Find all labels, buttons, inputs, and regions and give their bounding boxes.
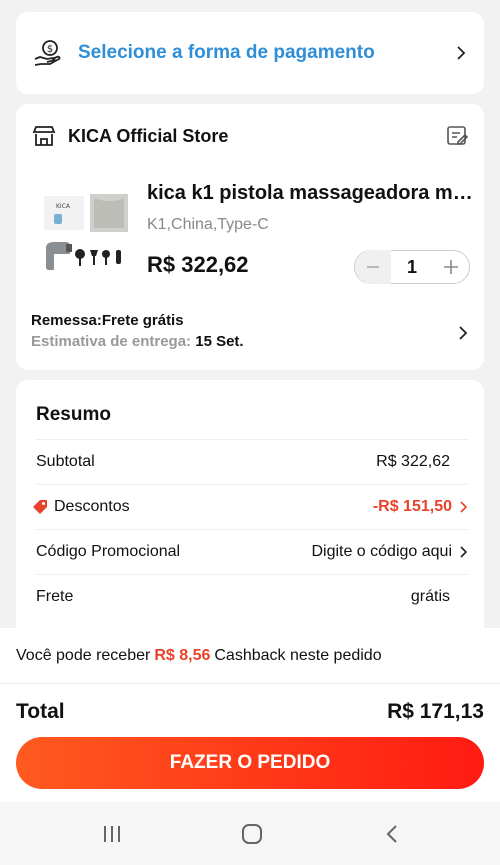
decrease-quantity-button[interactable]	[355, 250, 391, 284]
total-label: Total	[16, 700, 65, 723]
shipping-fee-label: Frete	[36, 588, 74, 605]
delivery-estimate-label: Estimativa de entrega:	[31, 333, 192, 350]
home-button[interactable]	[240, 822, 264, 846]
price-tag-icon	[33, 500, 47, 514]
place-order-button[interactable]: FAZER O PEDIDO	[16, 737, 484, 789]
hand-coin-icon: $	[34, 40, 61, 66]
chevron-right-icon	[460, 501, 468, 513]
discount-label-group: Descontos	[33, 498, 373, 516]
product-price: R$ 322,62	[147, 252, 249, 277]
store-card: KICA Official Store KICA kica k1 pistola…	[16, 104, 484, 370]
shipping-method: Remessa:Frete grátis	[31, 312, 184, 329]
checkout-footer: Total R$ 171,13 FAZER O PEDIDO	[0, 684, 500, 802]
product-variant[interactable]: K1,China,Type-C	[147, 216, 269, 234]
system-navigation-bar	[0, 802, 500, 865]
cashback-notice: Você pode receber R$ 8,56 Cashback neste…	[0, 628, 500, 684]
store-icon	[32, 126, 56, 146]
chevron-right-icon	[460, 546, 468, 558]
shipping-info[interactable]: Remessa:Frete grátis Estimativa de entre…	[31, 312, 244, 350]
subtotal-value: R$ 322,62	[376, 453, 450, 470]
chevron-right-icon[interactable]	[456, 326, 470, 340]
discount-label: Descontos	[54, 498, 130, 515]
total-value: R$ 171,13	[387, 700, 484, 723]
product-image-brand: KICA	[56, 203, 71, 210]
plus-icon	[444, 260, 458, 274]
edit-note-icon[interactable]	[446, 125, 468, 147]
back-icon	[386, 825, 397, 843]
minus-icon	[367, 266, 379, 268]
promo-code-label: Código Promocional	[36, 543, 181, 560]
discount-row[interactable]: Descontos -R$ 151,50	[33, 484, 468, 529]
svg-text:$: $	[47, 44, 53, 55]
cashback-prefix: Você pode receber	[16, 646, 151, 664]
payment-method-card[interactable]: $ Selecione a forma de pagamento	[16, 12, 484, 94]
product-title[interactable]: kica k1 pistola massageadora mas...	[147, 182, 477, 205]
home-icon	[242, 824, 262, 844]
order-summary-card: Resumo Subtotal R$ 322,62 Descontos -R$ …	[16, 380, 484, 640]
cashback-amount: R$ 8,56	[154, 646, 211, 664]
discount-value: -R$ 151,50	[372, 498, 452, 515]
shipping-fee-row: Frete grátis	[36, 574, 468, 619]
subtotal-row: Subtotal R$ 322,62	[36, 439, 468, 484]
recents-icon	[104, 826, 120, 842]
store-name[interactable]: KICA Official Store	[68, 126, 446, 147]
delivery-estimate: Estimativa de entrega: 15 Set.	[31, 333, 244, 350]
payment-method-label: Selecione a forma de pagamento	[78, 42, 375, 63]
shipping-fee-value: grátis	[410, 588, 450, 605]
quantity-value[interactable]: 1	[391, 257, 433, 278]
increase-quantity-button[interactable]	[433, 250, 469, 284]
chevron-right-icon	[457, 46, 466, 60]
promo-code-input[interactable]: Digite o código aqui	[311, 543, 452, 561]
product-image[interactable]: KICA	[42, 188, 130, 280]
store-header: KICA Official Store	[32, 124, 468, 148]
summary-title: Resumo	[36, 404, 111, 425]
back-button[interactable]	[380, 822, 404, 846]
delivery-estimate-value: 15 Set.	[195, 333, 244, 350]
subtotal-label: Subtotal	[36, 453, 95, 470]
cashback-suffix: Cashback neste pedido	[214, 646, 382, 664]
quantity-stepper: 1	[354, 250, 470, 284]
recents-button[interactable]	[100, 822, 124, 846]
promo-code-row[interactable]: Código Promocional Digite o código aqui	[36, 529, 468, 574]
